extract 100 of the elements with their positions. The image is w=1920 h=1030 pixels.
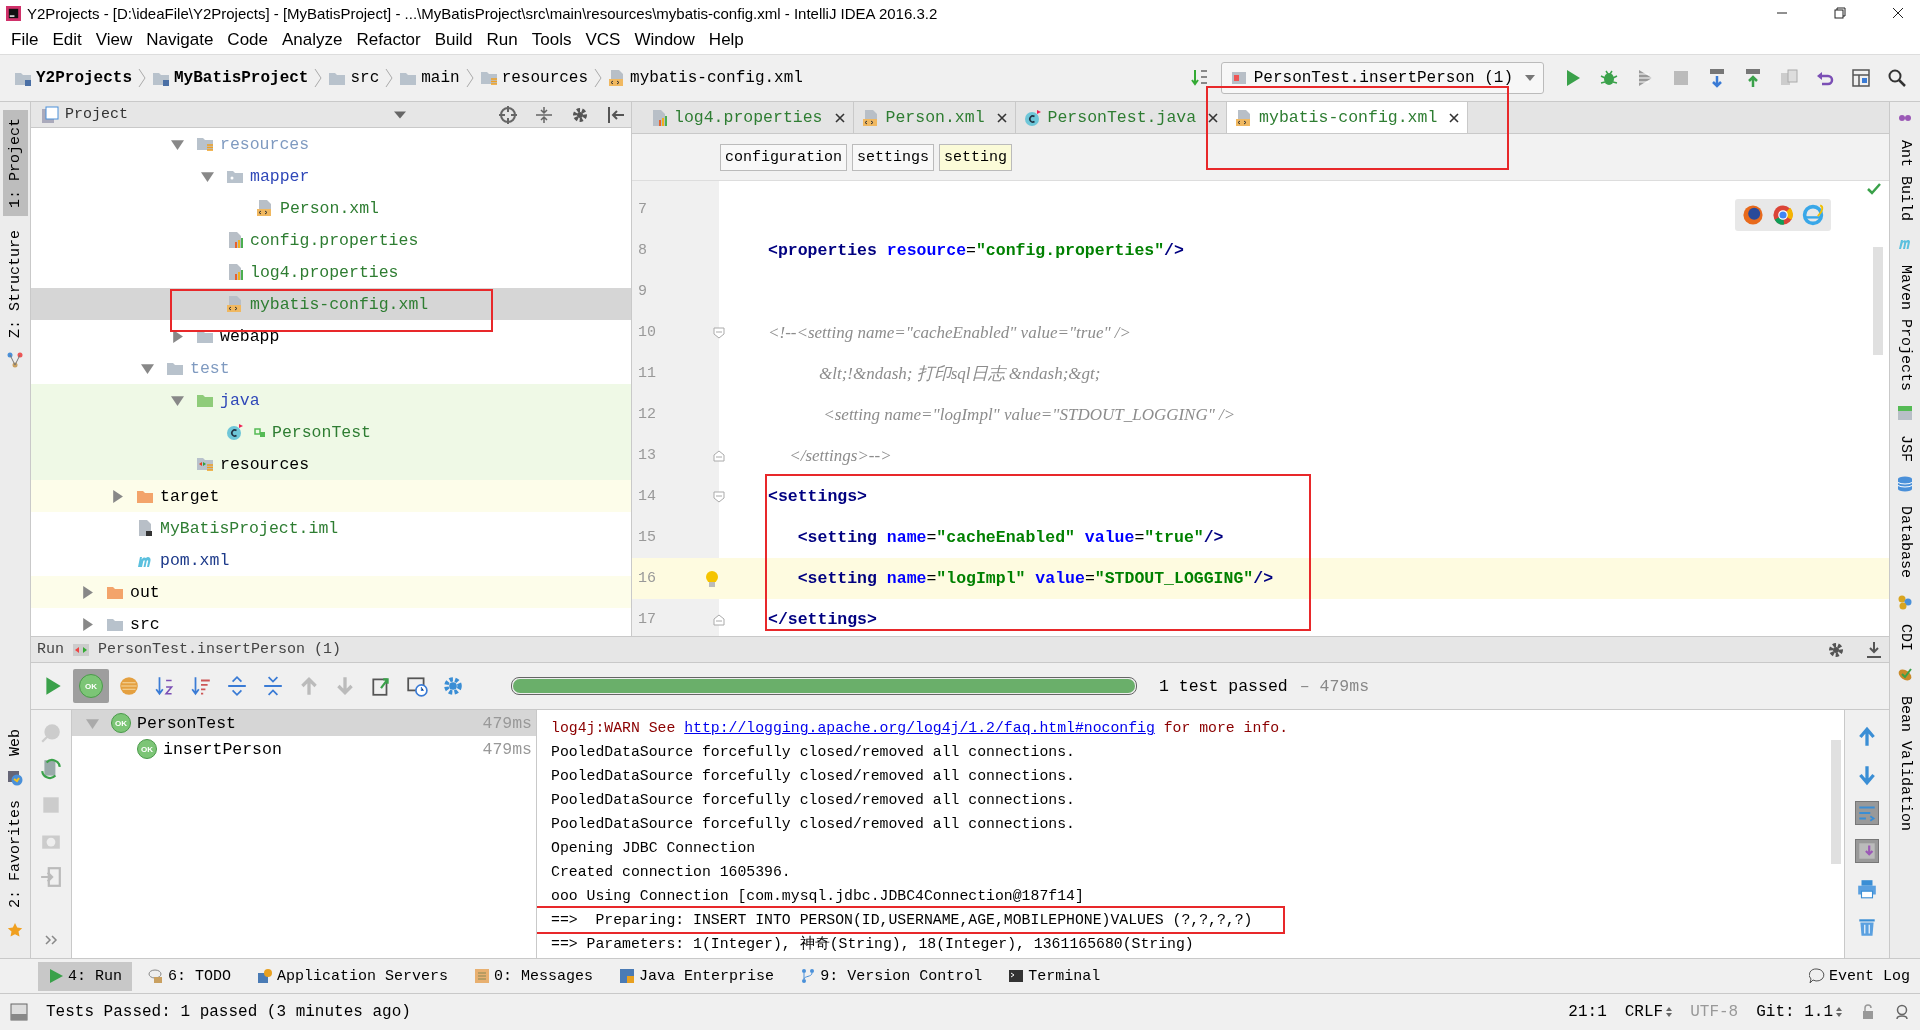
line-number: 15 bbox=[637, 529, 657, 547]
test-case[interactable]: insertPerson bbox=[163, 739, 282, 759]
tab-label: mybatis-config.xml bbox=[1259, 108, 1438, 128]
console-line: PooledDataSource forcefully closed/removed all connections. bbox=[551, 815, 1075, 835]
editor-tab[interactable]: Person.xml bbox=[853, 102, 1016, 134]
line-number: 14 bbox=[637, 488, 657, 506]
tab-label: log4.properties bbox=[674, 108, 823, 128]
xml-breadcrumb[interactable]: settings bbox=[852, 143, 935, 171]
passed-status-icon: OK bbox=[137, 739, 157, 760]
breadcrumb-item[interactable]: main bbox=[421, 69, 460, 88]
tool-window-tab[interactable]: 0: Messages bbox=[464, 961, 604, 991]
breadcrumb-item[interactable]: src bbox=[350, 69, 380, 88]
console-line: Created connection 1605396. bbox=[551, 863, 791, 883]
menu-item[interactable]: Tools bbox=[524, 28, 579, 53]
line-number: 13 bbox=[637, 447, 657, 465]
breadcrumb-item[interactable]: Y2Projects bbox=[36, 69, 132, 88]
menu-item[interactable]: File bbox=[4, 28, 46, 53]
tool-window-tab[interactable]: Application Servers bbox=[247, 961, 459, 991]
line-number: 10 bbox=[637, 324, 657, 342]
tool-window-tab[interactable]: Java Enterprise bbox=[609, 961, 785, 991]
tool-window-tab[interactable]: 6: TODO bbox=[138, 961, 242, 991]
passed-status-icon: OK bbox=[111, 713, 131, 734]
console-line: ==> Preparing: INSERT INTO PERSON(ID,USERNAME,AGE,MOBILEPHONE)VALUES (?,?,?,?) bbox=[537, 908, 1283, 933]
tool-window-tab[interactable]: Terminal bbox=[998, 961, 1111, 991]
code-line: </settings> bbox=[768, 610, 877, 630]
line-number: 17 bbox=[637, 611, 657, 629]
tree-item[interactable]: java bbox=[220, 390, 260, 410]
line-number: 11 bbox=[637, 365, 657, 383]
menu-item[interactable]: Run bbox=[479, 28, 525, 53]
console-link[interactable]: http://logging.apache.org/log4j/1.2/faq.html#noconfig bbox=[684, 720, 1155, 737]
tool-window-tab[interactable]: Database bbox=[1892, 498, 1918, 587]
event-log-tab[interactable]: Event Log bbox=[1799, 961, 1920, 991]
status-message: Tests Passed: 1 passed (3 minutes ago) bbox=[46, 1003, 411, 1022]
caret-position[interactable]: 21:1 bbox=[1568, 1003, 1607, 1022]
tab-label: PersonTest.java bbox=[1047, 108, 1197, 128]
code-line: <properties resource="config.properties"/> bbox=[768, 241, 1184, 261]
tool-window-tab[interactable]: 4: Run bbox=[38, 961, 132, 991]
menu-item[interactable]: Help bbox=[701, 28, 751, 53]
tree-item[interactable]: mybatis-config.xml bbox=[250, 294, 429, 314]
breadcrumb-item[interactable]: resources bbox=[501, 69, 589, 88]
tree-item[interactable]: Person.xml bbox=[280, 198, 380, 218]
tool-window-tab[interactable]: CDI bbox=[1892, 616, 1918, 660]
code-line: <setting name="cacheEnabled" value="true"/> bbox=[796, 528, 1224, 548]
xml-breadcrumb[interactable]: configuration bbox=[720, 143, 848, 171]
tree-item[interactable]: log4.properties bbox=[250, 262, 399, 282]
console-line: Opening JDBC Connection bbox=[551, 839, 756, 859]
code-line: &lt;!&ndash; 打印sql日志 &ndash;&gt; bbox=[818, 363, 1101, 386]
breadcrumb-item[interactable]: mybatis-config.xml bbox=[630, 69, 803, 88]
tree-item[interactable]: resources bbox=[220, 454, 310, 474]
menu-item[interactable]: Refactor bbox=[349, 28, 428, 53]
run-configuration-dropdown[interactable]: PersonTest.insertPerson (1) bbox=[1220, 62, 1544, 95]
tool-window-tab[interactable]: Bean Validation bbox=[1892, 687, 1918, 839]
tree-item[interactable]: pom.xml bbox=[160, 550, 230, 570]
tree-item[interactable]: src bbox=[130, 614, 160, 634]
breadcrumb-item[interactable]: MyBatisProject bbox=[174, 69, 309, 88]
tool-window-tab[interactable]: Web bbox=[2, 721, 28, 765]
console-line: ooo Using Connection [com.mysql.jdbc.JDBC4Connection@187f14] bbox=[551, 887, 1084, 907]
menu-item[interactable]: Edit bbox=[45, 28, 89, 53]
window-title: Y2Projects - [D:\ideaFile\Y2Projects] - [MyBatisProject] - ...\MyBatisProject\src\main\resources\mybatis-config.xml - IntelliJ IDEA 2016.3.2 bbox=[27, 4, 938, 22]
tool-window-tab[interactable]: 9: Version Control bbox=[790, 961, 993, 991]
console-line: PooledDataSource forcefully closed/removed all connections. bbox=[551, 791, 1075, 811]
tree-item[interactable]: PersonTest bbox=[272, 422, 372, 442]
menu-item[interactable]: View bbox=[88, 28, 140, 53]
tree-item[interactable]: target bbox=[160, 486, 220, 506]
test-duration: – 479ms bbox=[1299, 676, 1370, 696]
tool-window-tab[interactable]: 2: Favorites bbox=[2, 792, 28, 917]
vcs-branch-selector[interactable]: Git: 1.1 bbox=[1756, 1003, 1842, 1022]
tree-item[interactable]: MyBatisProject.iml bbox=[160, 518, 339, 538]
tool-window-tab[interactable]: Z: Structure bbox=[2, 222, 28, 347]
menu-item[interactable]: Window bbox=[627, 28, 702, 53]
panel-title: Project bbox=[65, 106, 128, 124]
editor-tab[interactable]: mybatis-config.xml bbox=[1227, 102, 1469, 134]
console-line: log4j:WARN See http://logging.apache.org/log4j/1.2/faq.html#noconfig for more info. bbox=[551, 719, 1289, 739]
console-line: ==> Parameters: 1(Integer), 神奇(String), 18(Integer), 1361165680(String) bbox=[551, 934, 1194, 955]
tree-item[interactable]: out bbox=[130, 582, 160, 602]
test-time: 479ms bbox=[482, 739, 533, 759]
code-line: <settings> bbox=[768, 487, 868, 507]
tree-item[interactable]: config.properties bbox=[250, 230, 419, 250]
tool-window-tab[interactable]: Ant Build bbox=[1892, 132, 1918, 230]
line-number: 16 bbox=[637, 570, 657, 588]
line-number: 8 bbox=[637, 242, 648, 260]
xml-breadcrumb[interactable]: setting bbox=[939, 143, 1013, 171]
line-number: 7 bbox=[637, 201, 648, 219]
tree-item[interactable]: webapp bbox=[220, 326, 280, 346]
menu-item[interactable]: Code bbox=[220, 28, 275, 53]
editor-tab[interactable]: log4.properties bbox=[642, 102, 854, 134]
menu-item[interactable]: VCS bbox=[578, 28, 628, 53]
tool-window-tab[interactable]: JSF bbox=[1892, 427, 1918, 471]
tree-item[interactable]: mapper bbox=[250, 166, 310, 186]
line-separator-selector[interactable]: CRLF bbox=[1624, 1003, 1673, 1022]
console-line: PooledDataSource forcefully closed/removed all connections. bbox=[551, 743, 1075, 763]
menu-item[interactable]: Navigate bbox=[139, 28, 221, 53]
test-case[interactable]: PersonTest bbox=[137, 713, 237, 733]
tool-window-tab[interactable]: 1: Project bbox=[2, 110, 28, 217]
tool-window-tab[interactable]: Maven Projects bbox=[1892, 257, 1918, 400]
menu-item[interactable]: Analyze bbox=[275, 28, 350, 53]
code-line: <!--<setting name="cacheEnabled" value="true" /> bbox=[768, 322, 1131, 343]
menu-item[interactable]: Build bbox=[427, 28, 480, 53]
run-tab[interactable]: PersonTest.insertPerson (1) bbox=[98, 641, 342, 659]
line-number: 9 bbox=[637, 283, 648, 301]
